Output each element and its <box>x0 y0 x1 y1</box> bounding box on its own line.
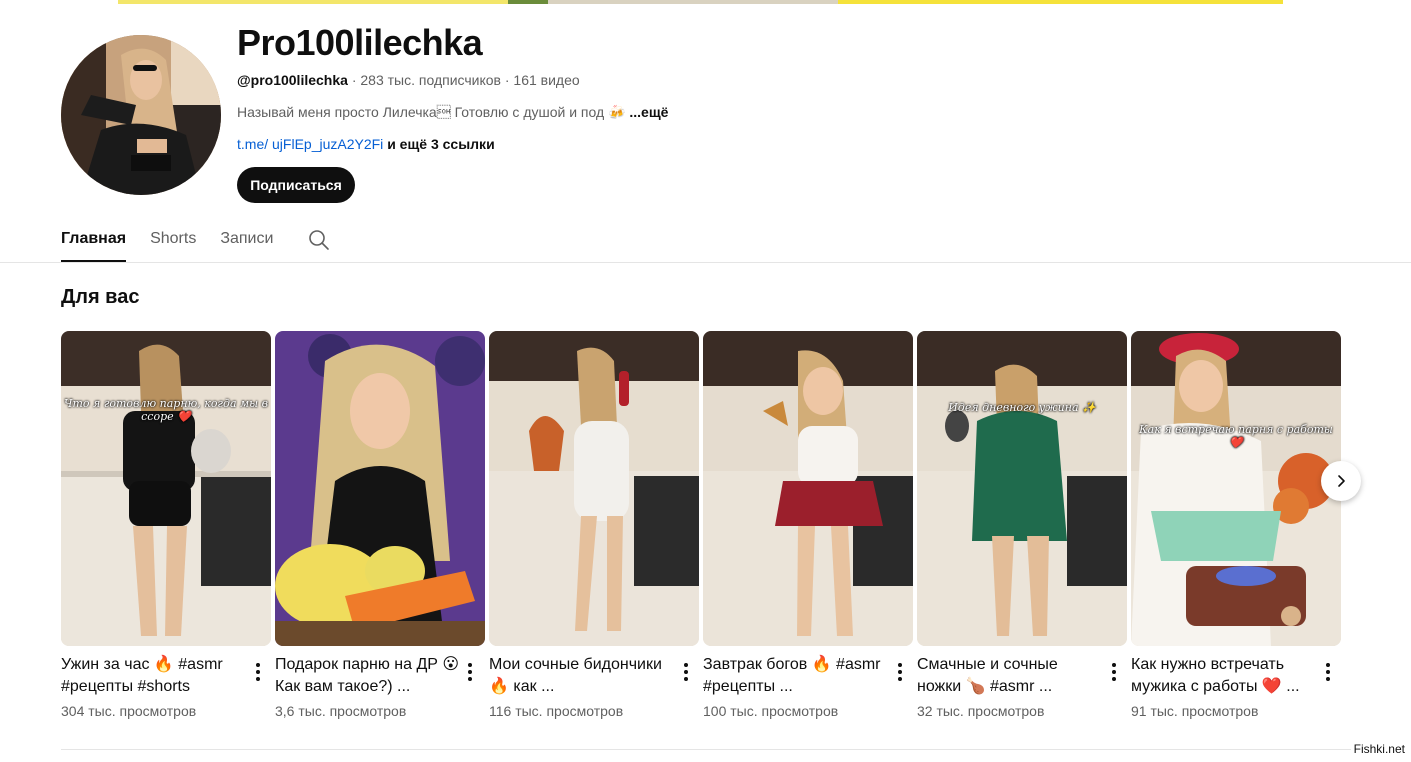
short-thumbnail[interactable] <box>703 331 913 646</box>
short-views: 3,6 тыс. просмотров <box>275 703 407 719</box>
short-thumbnail[interactable] <box>489 331 699 646</box>
thumbnail-caption: Что я готовлю парню, когда мы в ссоре ❤️ <box>63 397 268 423</box>
short-title[interactable]: Ужин за час 🔥 #asmr #рецепты #shorts <box>61 654 246 698</box>
more-vert-icon[interactable] <box>1107 661 1121 683</box>
thumbnail-caption: Идея дневного ужина ✨ <box>948 401 1096 414</box>
tabs-divider <box>0 262 1411 263</box>
short-card[interactable]: Мои сочные бидончики 🔥 как ... 116 тыс. … <box>489 331 699 719</box>
tab-shorts[interactable]: Shorts <box>150 222 196 262</box>
short-title[interactable]: Смачные и сочные ножки 🍗 #asmr ... <box>917 654 1102 698</box>
shorts-shelf: Что я готовлю парню, когда мы в ссоре ❤️… <box>61 331 1351 731</box>
short-card[interactable]: Завтрак богов 🔥 #asmr #рецепты ... 100 т… <box>703 331 913 719</box>
video-count: · 161 видео <box>504 72 580 88</box>
channel-links: t.me/ ujFlEp_juzA2Y2Fi и ещё 3 ссылки <box>237 136 495 152</box>
short-thumbnail[interactable]: Как я встречаю парня с работы ❤️ <box>1131 331 1341 646</box>
short-card[interactable]: Как я встречаю парня с работы ❤️ Как нуж… <box>1131 331 1341 719</box>
tab-home[interactable]: Главная <box>61 222 127 262</box>
section-divider <box>61 749 1351 750</box>
search-icon[interactable] <box>307 228 331 252</box>
subscriber-count: · 283 тыс. подписчиков <box>351 72 501 88</box>
short-thumbnail[interactable]: Идея дневного ужина ✨ <box>917 331 1127 646</box>
short-card[interactable]: Идея дневного ужина ✨ Смачные и сочные н… <box>917 331 1127 719</box>
short-card[interactable]: Подарок парню на ДР 😮 Как вам такое?) ..… <box>275 331 485 719</box>
channel-description[interactable]: Называй меня просто Лилечка Готовлю с д… <box>237 104 668 121</box>
short-views: 116 тыс. просмотров <box>489 703 624 719</box>
more-vert-icon[interactable] <box>251 661 265 683</box>
more-vert-icon[interactable] <box>1321 661 1335 683</box>
short-thumbnail[interactable]: Что я готовлю парню, когда мы в ссоре ❤️ <box>61 331 271 646</box>
telegram-link[interactable]: t.me/ ujFlEp_juzA2Y2Fi <box>237 136 383 152</box>
short-title[interactable]: Подарок парню на ДР 😮 Как вам такое?) ..… <box>275 654 460 698</box>
channel-avatar[interactable] <box>61 35 221 195</box>
short-title[interactable]: Завтрак богов 🔥 #asmr #рецепты ... <box>703 654 888 698</box>
more-links-button[interactable]: и ещё 3 ссылки <box>387 136 494 152</box>
short-views: 32 тыс. просмотров <box>917 703 1045 719</box>
short-views: 91 тыс. просмотров <box>1131 703 1259 719</box>
thumbnail-caption: Как я встречаю парня с работы ❤️ <box>1139 423 1333 449</box>
description-text: Называй меня просто Лилечка Готовлю с д… <box>237 104 626 120</box>
channel-handle: @pro100lilechka <box>237 72 348 88</box>
description-more-link[interactable]: ...ещё <box>629 104 668 120</box>
short-title[interactable]: Как нужно встречать мужика с работы ❤️ .… <box>1131 654 1316 698</box>
short-views: 100 тыс. просмотров <box>703 703 839 719</box>
channel-banner-edge <box>0 0 1411 4</box>
tab-posts[interactable]: Записи <box>220 222 273 262</box>
channel-meta: @pro100lilechka · 283 тыс. подписчиков ·… <box>237 72 580 88</box>
more-vert-icon[interactable] <box>893 661 907 683</box>
subscribe-button[interactable]: Подписаться <box>237 167 355 203</box>
short-card[interactable]: Что я готовлю парню, когда мы в ссоре ❤️… <box>61 331 271 719</box>
short-thumbnail[interactable] <box>275 331 485 646</box>
short-title[interactable]: Мои сочные бидончики 🔥 как ... <box>489 654 674 698</box>
channel-tabs: Главная Shorts Записи <box>61 222 331 262</box>
section-title: Для вас <box>61 286 140 308</box>
chevron-right-icon[interactable] <box>1321 461 1361 501</box>
channel-name: Pro100lilechka <box>237 22 483 63</box>
watermark: Fishki.net <box>1353 742 1405 756</box>
more-vert-icon[interactable] <box>679 661 693 683</box>
short-views: 304 тыс. просмотров <box>61 703 197 719</box>
more-vert-icon[interactable] <box>463 661 477 683</box>
